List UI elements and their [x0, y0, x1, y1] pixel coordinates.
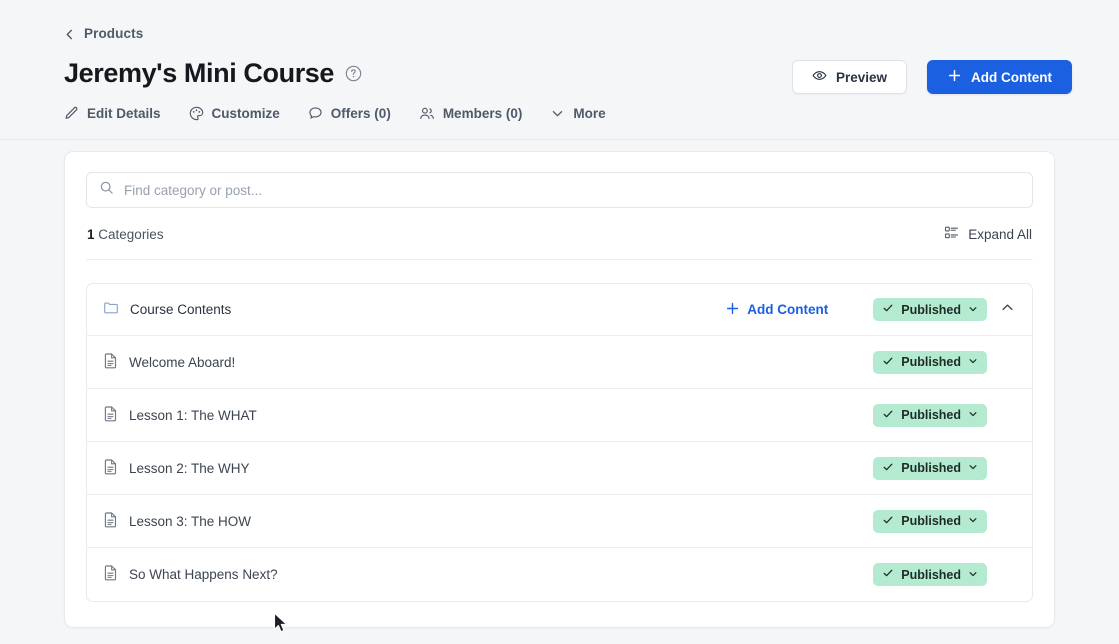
- search-box[interactable]: [86, 172, 1033, 208]
- page-header: Products Jeremy's Mini Course Edit Detai…: [0, 0, 1119, 140]
- caret-down-icon: [968, 514, 978, 528]
- check-icon: [882, 302, 894, 317]
- check-icon: [882, 355, 894, 370]
- page-title: Jeremy's Mini Course: [64, 59, 334, 89]
- palette-icon: [189, 106, 204, 121]
- main-content: 1 Categories Expand All: [0, 140, 1119, 628]
- lesson-name: Welcome Aboard!: [103, 353, 235, 372]
- chat-bubble-icon: [308, 106, 323, 121]
- categories-count: 1 Categories: [87, 227, 164, 242]
- lesson-status-badge[interactable]: Published: [873, 563, 987, 586]
- document-icon: [103, 565, 118, 584]
- caret-down-icon: [968, 303, 978, 317]
- categories-count-label: Categories: [98, 227, 163, 242]
- help-circle-icon[interactable]: [345, 65, 362, 87]
- lesson-row[interactable]: Welcome Aboard! Published: [87, 336, 1032, 389]
- eye-icon: [812, 68, 827, 86]
- chevron-down-icon: [550, 106, 565, 121]
- caret-down-icon: [968, 408, 978, 422]
- lesson-row[interactable]: Lesson 1: The WHAT Published: [87, 389, 1032, 442]
- lesson-title: Lesson 2: The WHY: [129, 461, 250, 476]
- check-icon: [882, 514, 894, 529]
- chevron-left-icon: [64, 28, 75, 39]
- lesson-status-badge[interactable]: Published: [873, 404, 987, 427]
- tab-label: Members (0): [443, 106, 523, 121]
- plus-icon: [947, 68, 962, 86]
- check-icon: [882, 461, 894, 476]
- tab-label: Offers (0): [331, 106, 391, 121]
- list-layout-icon: [944, 225, 959, 243]
- content-card: 1 Categories Expand All: [64, 151, 1055, 628]
- lesson-row[interactable]: So What Happens Next? Published: [87, 548, 1032, 601]
- lesson-status-label: Published: [901, 568, 961, 582]
- check-icon: [882, 567, 894, 582]
- tab-offers[interactable]: Offers (0): [308, 106, 391, 121]
- tab-members[interactable]: Members (0): [419, 106, 523, 121]
- lesson-status-label: Published: [901, 408, 961, 422]
- check-icon: [882, 408, 894, 423]
- expand-all-button[interactable]: Expand All: [944, 225, 1032, 243]
- category-add-content-link[interactable]: Add Content: [725, 301, 828, 319]
- document-icon: [103, 406, 118, 425]
- lesson-title: Lesson 1: The WHAT: [129, 408, 257, 423]
- lesson-title: So What Happens Next?: [129, 567, 278, 582]
- category-collapse-toggle[interactable]: [987, 290, 1027, 330]
- caret-down-icon: [968, 461, 978, 475]
- category-status-label: Published: [901, 303, 961, 317]
- lesson-status-label: Published: [901, 461, 961, 475]
- lesson-name: So What Happens Next?: [103, 565, 278, 584]
- lesson-status-badge[interactable]: Published: [873, 457, 987, 480]
- plus-icon: [725, 301, 740, 319]
- category-status-badge[interactable]: Published: [873, 298, 987, 321]
- lesson-status-badge[interactable]: Published: [873, 510, 987, 533]
- preview-label: Preview: [836, 70, 887, 85]
- lesson-status-label: Published: [901, 355, 961, 369]
- category-name[interactable]: Course Contents: [103, 300, 231, 319]
- lesson-row[interactable]: Lesson 2: The WHY Published: [87, 442, 1032, 495]
- lesson-status-badge[interactable]: Published: [873, 351, 987, 374]
- search-input[interactable]: [124, 183, 1020, 198]
- tab-customize[interactable]: Customize: [189, 106, 280, 121]
- breadcrumb-back-products[interactable]: Products: [64, 0, 143, 41]
- users-icon: [419, 106, 435, 121]
- lesson-title: Welcome Aboard!: [129, 355, 235, 370]
- lesson-name: Lesson 3: The HOW: [103, 512, 251, 531]
- add-content-button[interactable]: Add Content: [927, 60, 1072, 94]
- caret-down-icon: [968, 568, 978, 582]
- tab-more[interactable]: More: [550, 106, 605, 121]
- add-content-label: Add Content: [971, 70, 1052, 85]
- lesson-title: Lesson 3: The HOW: [129, 514, 251, 529]
- card-body: Course Contents Add Content: [65, 260, 1054, 627]
- tab-label: More: [573, 106, 605, 121]
- chevron-up-icon: [1000, 300, 1015, 320]
- folder-icon: [103, 300, 119, 319]
- caret-down-icon: [968, 355, 978, 369]
- card-top: 1 Categories Expand All: [65, 152, 1054, 260]
- pencil-icon: [64, 106, 79, 121]
- tab-label: Edit Details: [87, 106, 161, 121]
- header-tabs: Edit Details Customize Offers (0): [64, 106, 1055, 121]
- document-icon: [103, 459, 118, 478]
- lesson-status-label: Published: [901, 514, 961, 528]
- lesson-name: Lesson 2: The WHY: [103, 459, 250, 478]
- tab-edit-details[interactable]: Edit Details: [64, 106, 161, 121]
- expand-all-label: Expand All: [968, 227, 1032, 242]
- meta-row: 1 Categories Expand All: [86, 208, 1033, 260]
- categories-count-number: 1: [87, 227, 95, 242]
- lesson-row[interactable]: Lesson 3: The HOW Published: [87, 495, 1032, 548]
- category-name-label: Course Contents: [130, 302, 231, 317]
- search-icon: [99, 180, 114, 200]
- tab-label: Customize: [212, 106, 280, 121]
- header-actions: Preview Add Content: [792, 60, 1072, 94]
- preview-button[interactable]: Preview: [792, 60, 907, 94]
- document-icon: [103, 353, 118, 372]
- breadcrumb-label: Products: [84, 26, 143, 41]
- category-block: Course Contents Add Content: [86, 283, 1033, 602]
- category-header: Course Contents Add Content: [87, 284, 1032, 336]
- document-icon: [103, 512, 118, 531]
- category-add-content-label: Add Content: [747, 302, 828, 317]
- lesson-name: Lesson 1: The WHAT: [103, 406, 257, 425]
